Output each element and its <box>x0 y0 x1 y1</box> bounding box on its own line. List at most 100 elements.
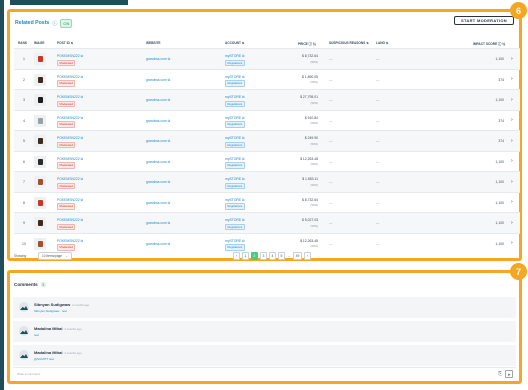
table-row[interactable]: 3 POKEMSN222 ⧉ Moderated grandma.com ⧉ mySTO… <box>14 89 520 110</box>
price-delta: (50%) <box>310 203 318 207</box>
account-link[interactable]: mySTORE ⧉ <box>225 177 245 181</box>
col-impact-score[interactable]: IMPACT SCORE ⓘ ⇅ <box>473 41 505 46</box>
page-prev-button[interactable]: ‹ <box>233 252 240 260</box>
page-button-3[interactable]: 3 <box>260 252 267 260</box>
table-row[interactable]: 9 POKEMSN222 ⧉ Moderated grandma.com ⧉ mySTO… <box>14 212 520 233</box>
col-rank[interactable]: RANK <box>18 41 27 45</box>
page-button-5[interactable]: 5 <box>278 252 285 260</box>
start-moderation-button[interactable]: START MODERATION <box>454 16 514 25</box>
table-row[interactable]: 5 POKEMSN222 ⧉ Moderated grandma.com ⧉ mySTO… <box>14 130 520 151</box>
post-id-link[interactable]: POKEMSN222 ⧉ <box>57 136 83 140</box>
table-row[interactable]: 6 POKEMSN222 ⧉ Moderated grandma.com ⧉ mySTO… <box>14 150 520 172</box>
website-link[interactable]: grandma.com ⧉ <box>146 180 170 184</box>
post-status-badge: Moderated <box>57 80 76 87</box>
account-link[interactable]: mySTORE ⧉ <box>225 116 245 120</box>
lang-cell: — <box>376 139 380 143</box>
lang-cell: — <box>376 77 380 82</box>
price-delta: (50%) <box>310 121 318 125</box>
chevron-right-icon[interactable]: › <box>511 138 513 144</box>
table-row[interactable]: 2 POKEMSN222 ⧉ Moderated grandma.com ⧉ mySTO… <box>14 68 520 90</box>
account-link[interactable]: mySTORE ⧉ <box>225 95 245 99</box>
lang-cell: — <box>376 57 380 61</box>
col-website[interactable]: WEBSITE <box>146 41 161 45</box>
website-link[interactable]: grandma.com ⧉ <box>146 98 170 102</box>
impact-score-cell: 374 <box>498 77 504 82</box>
account-link[interactable]: mySTORE ⧉ <box>225 239 245 243</box>
chevron-right-icon[interactable]: › <box>511 76 513 82</box>
website-link[interactable]: grandma.com ⧉ <box>146 119 170 123</box>
price-delta: (50%) <box>310 141 318 146</box>
rank-cell: 9 <box>23 221 25 225</box>
chevron-right-icon[interactable]: › <box>511 199 513 205</box>
external-link-icon: ⧉ <box>80 218 83 222</box>
account-badge: Regulations <box>225 223 245 231</box>
impact-score-cell: 1,100 <box>495 98 505 102</box>
col-price[interactable]: PRICE ⓘ ⇅ <box>298 41 316 46</box>
avatar <box>19 350 29 360</box>
post-id-link[interactable]: POKEMSN222 ⧉ <box>57 116 83 120</box>
comment-item: Madalina Mihai 2 months ago @SUMITT test <box>13 345 516 366</box>
post-id-link[interactable]: POKEMSN222 ⧉ <box>57 177 83 181</box>
account-link[interactable]: mySTORE ⧉ <box>225 75 245 79</box>
comment-item: Madalina Mihai 2 months ago test <box>13 321 516 342</box>
post-id-link[interactable]: POKEMSN222 ⧉ <box>57 198 83 202</box>
external-link-icon: ⧉ <box>242 74 245 79</box>
rank-cell: 1 <box>23 57 25 61</box>
post-id-link[interactable]: POKEMSN222 ⧉ <box>57 75 83 79</box>
col-lang[interactable]: LANG ⇅ <box>376 41 389 45</box>
col-post-id[interactable]: POST ID ⇅ <box>57 41 73 45</box>
comment-author: Madalina Mihai 2 months ago <box>34 326 82 331</box>
website-link[interactable]: grandma.com ⧉ <box>146 221 170 225</box>
page-next-button[interactable]: › <box>304 252 311 260</box>
external-link-icon: ⧉ <box>167 98 171 102</box>
table-row[interactable]: 10 POKEMSN222 ⧉ Moderated grandma.com ⧉ myST… <box>14 232 520 254</box>
col-account[interactable]: ACCOUNT ⇅ <box>225 41 245 45</box>
rank-cell: 5 <box>23 139 25 143</box>
account-link[interactable]: mySTORE ⧉ <box>225 157 245 161</box>
chevron-right-icon[interactable]: › <box>511 158 513 164</box>
page-button-last[interactable]: 49 <box>293 252 302 260</box>
post-thumbnail <box>34 155 46 168</box>
items-per-page-select[interactable]: 10 items/page ⌄ <box>38 252 72 260</box>
account-link[interactable]: mySTORE ⧉ <box>225 198 245 202</box>
page-button-1[interactable]: 1 <box>242 252 249 260</box>
chevron-right-icon[interactable]: › <box>511 56 513 62</box>
table-row[interactable]: 8 POKEMSN222 ⧉ Moderated grandma.com ⧉ mySTO… <box>14 191 520 213</box>
external-link-icon: ⧉ <box>80 54 83 58</box>
website-link[interactable]: grandma.com ⧉ <box>146 139 170 143</box>
post-id-link[interactable]: POKEMSN222 ⧉ <box>57 239 83 243</box>
chevron-right-icon[interactable]: › <box>511 179 513 185</box>
chevron-right-icon[interactable]: › <box>511 240 513 246</box>
account-link[interactable]: mySTORE ⧉ <box>225 136 245 140</box>
account-link[interactable]: mySTORE ⧉ <box>225 218 245 222</box>
external-link-icon: ⧉ <box>167 200 171 205</box>
page-button-2[interactable]: 2 <box>251 252 258 260</box>
website-link[interactable]: grandma.com ⧉ <box>146 201 170 205</box>
website-link[interactable]: grandma.com ⧉ <box>146 78 170 82</box>
col-suspicious-reasons[interactable]: SUSPICIOUS REASONS ⇅ <box>329 41 369 45</box>
page-button-4[interactable]: 4 <box>269 252 276 260</box>
post-id-link[interactable]: POKEMSN222 ⧉ <box>57 95 83 99</box>
table-row[interactable]: 4 POKEMSN222 ⧉ Moderated grandma.com ⧉ mySTO… <box>14 109 520 131</box>
send-icon[interactable]: ➤ <box>505 370 513 378</box>
website-link[interactable]: grandma.com ⧉ <box>146 160 170 164</box>
table-row[interactable]: 1 POKEMSN222 ⧉ Moderated grandma.com ⧉ mySTO… <box>14 48 520 69</box>
lang-cell: — <box>376 98 380 102</box>
website-link[interactable]: grandma.com ⧉ <box>146 57 170 61</box>
post-thumbnail <box>34 135 46 147</box>
paperclip-icon[interactable]: ⎘ <box>498 371 502 377</box>
post-id-link[interactable]: POKEMSN222 ⧉ <box>57 54 83 58</box>
price-cell: $ 249.90 <box>304 136 318 140</box>
post-id-link[interactable]: POKEMSN222 ⧉ <box>57 218 83 222</box>
price-delta: (50%) <box>310 162 318 166</box>
post-id-link[interactable]: POKEMSN222 ⧉ <box>57 157 83 161</box>
comment-input[interactable]: Write a comment... <box>17 372 42 376</box>
chevron-right-icon[interactable]: › <box>511 117 513 123</box>
table-row[interactable]: 7 POKEMSN222 ⧉ Moderated grandma.com ⧉ mySTO… <box>14 171 520 192</box>
chevron-right-icon[interactable]: › <box>511 97 513 103</box>
website-link[interactable]: grandma.com ⧉ <box>146 242 170 246</box>
suspicious-cell: — <box>329 77 333 82</box>
chevron-right-icon[interactable]: › <box>511 220 513 226</box>
account-badge: Regulations <box>225 244 245 251</box>
account-link[interactable]: mySTORE ⧉ <box>225 54 245 58</box>
